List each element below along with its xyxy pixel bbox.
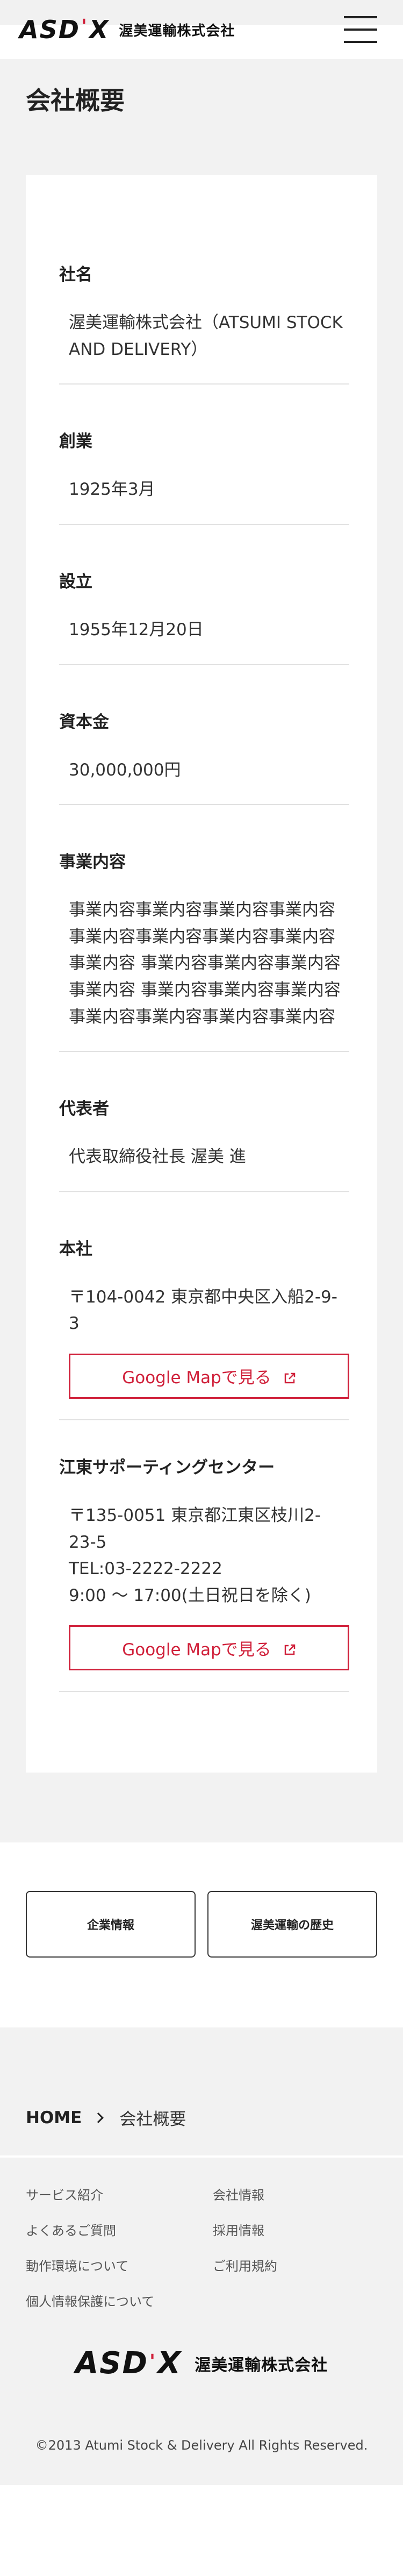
support-center-tel: TEL:03-2222-2222 (69, 1559, 222, 1579)
support-center-hours: 9:00 ～ 17:00(土日祝日を除く) (69, 1585, 311, 1605)
info-label: 本社 (59, 1239, 92, 1259)
footer-link-environment[interactable]: 動作環境について (26, 2255, 213, 2274)
footer-link-recruit[interactable]: 採用情報 (213, 2220, 374, 2239)
related-links: 企業情報 渥美運輸の歴史 (0, 1842, 403, 2028)
breadcrumb-current: 会社概要 (119, 2110, 186, 2130)
info-row-support-center: 江東サポーティングセンター 〒135-0051 東京都江東区枝川2-23-5 T… (59, 1454, 349, 1692)
footer-nav: サービス紹介 会社情報 よくあるご質問 採用情報 動作環境について ご利用規約 … (26, 2184, 377, 2310)
info-value: 代表取締役社長 渥美 進 (69, 1147, 246, 1167)
breadcrumb: HOME 会社概要 (0, 2027, 403, 2156)
company-overview-section: 会社概要 社名 渥美運輸株式会社（ATSUMI STOCK AND DELIVE… (0, 59, 403, 1843)
support-center-map-button[interactable]: Google Mapで見る (69, 1625, 349, 1671)
footer-link-privacy[interactable]: 個人情報保護について (26, 2291, 213, 2310)
info-label: 事業内容 (59, 852, 126, 872)
map-button-label: Google Mapで見る (122, 1640, 271, 1660)
logo-mark: ASD'X (19, 15, 110, 44)
footer-logo[interactable]: ASD'X 渥美運輸株式会社 (26, 2349, 377, 2379)
info-label: 創業 (59, 432, 92, 452)
info-row-founded: 創業 1925年3月 (59, 428, 349, 525)
head-office-map-button[interactable]: Google Mapで見る (69, 1353, 349, 1399)
info-label: 資本金 (59, 712, 109, 732)
external-link-icon (283, 1370, 296, 1384)
info-value: 渥美運輸株式会社（ATSUMI STOCK AND DELIVERY） (69, 313, 343, 359)
copyright: ©2013 Atumi Stock & Delivery All Rights … (35, 2438, 368, 2453)
company-info-card: 社名 渥美運輸株式会社（ATSUMI STOCK AND DELIVERY） 創… (26, 175, 377, 1773)
info-row-representative: 代表者 代表取締役社長 渥美 進 (59, 1095, 349, 1192)
external-link-icon (283, 1641, 296, 1655)
logo-mark: ASD'X (75, 2346, 182, 2381)
footer-link-terms[interactable]: ご利用規約 (213, 2255, 374, 2274)
info-value: 1955年12月20日 (69, 620, 204, 639)
footer-link-faq[interactable]: よくあるご質問 (26, 2220, 213, 2239)
head-office-address: 〒104-0042 東京都中央区入船2-9-3 (69, 1287, 337, 1334)
map-button-label: Google Mapで見る (122, 1368, 271, 1388)
logo-company-name: 渥美運輸株式会社 (119, 23, 235, 39)
hamburger-icon[interactable] (344, 16, 377, 43)
breadcrumb-home[interactable]: HOME (26, 2108, 82, 2127)
chevron-right-icon (93, 2112, 104, 2123)
support-center-address: 〒135-0051 東京都江東区枝川2-23-5 (69, 1505, 321, 1552)
info-label: 江東サポーティングセンター (59, 1457, 275, 1477)
corporate-info-button[interactable]: 企業情報 (26, 1891, 196, 1958)
info-row-business: 事業内容 事業内容事業内容事業内容事業内容 事業内容事業内容事業内容事業内容事業… (59, 848, 349, 1052)
site-footer: サービス紹介 会社情報 よくあるご質問 採用情報 動作環境について ご利用規約 … (0, 2155, 403, 2486)
info-label: 設立 (59, 572, 92, 592)
info-row-head-office: 本社 〒104-0042 東京都中央区入船2-9-3 Google Mapで見る (59, 1235, 349, 1420)
info-label: 社名 (59, 265, 92, 285)
history-button[interactable]: 渥美運輸の歴史 (207, 1891, 377, 1958)
info-row-capital: 資本金 30,000,000円 (59, 708, 349, 806)
info-row-established: 設立 1955年12月20日 (59, 568, 349, 665)
info-label: 代表者 (59, 1099, 109, 1119)
footer-link-company[interactable]: 会社情報 (213, 2184, 374, 2203)
logo-company-name: 渥美運輸株式会社 (195, 2356, 328, 2375)
info-value: 事業内容事業内容事業内容事業内容 事業内容事業内容事業内容事業内容事業内容 事業… (69, 900, 341, 1027)
site-logo[interactable]: ASD'X 渥美運輸株式会社 (19, 17, 235, 42)
footer-link-services[interactable]: サービス紹介 (26, 2184, 213, 2203)
page-title: 会社概要 (26, 86, 125, 115)
info-row-company-name: 社名 渥美運輸株式会社（ATSUMI STOCK AND DELIVERY） (59, 261, 349, 385)
info-value: 30,000,000円 (69, 760, 181, 780)
info-value: 1925年3月 (69, 480, 155, 500)
site-header: ASD'X 渥美運輸株式会社 (0, 0, 403, 59)
